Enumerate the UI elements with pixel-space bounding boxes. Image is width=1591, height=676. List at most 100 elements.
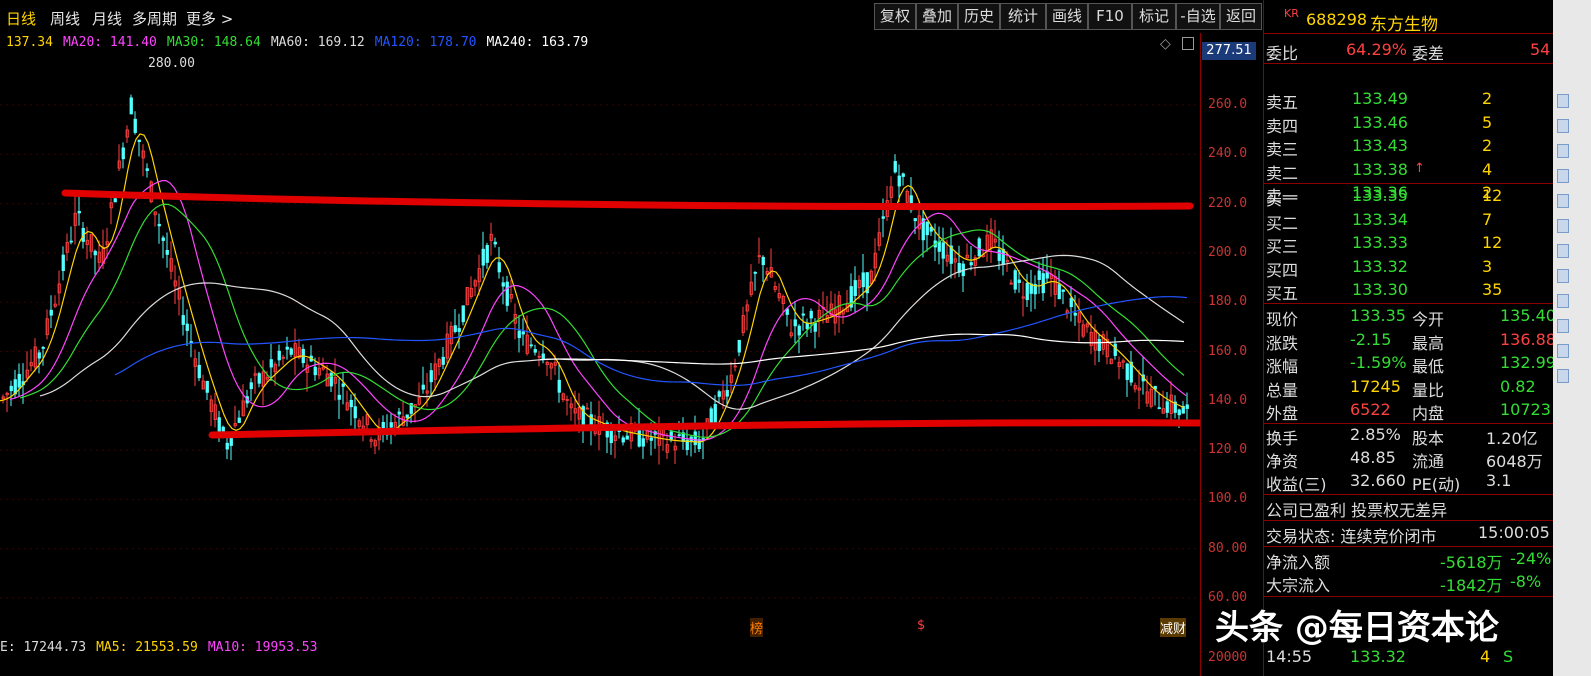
candle-body	[753, 271, 757, 274]
notice-text: 公司已盈利 投票权无差异	[1266, 501, 1448, 520]
candle-body	[481, 248, 485, 266]
buy-level-label: 买三	[1266, 237, 1299, 256]
fund-label: PE(动)	[1412, 475, 1461, 494]
volume-legend-item: E: 17244.73	[0, 640, 87, 655]
f10-button[interactable]: F10	[1088, 3, 1132, 30]
quote-label: 现价	[1266, 310, 1299, 329]
candle-body	[313, 366, 317, 376]
candle-body	[881, 216, 885, 219]
tab-day[interactable]: 日线	[6, 8, 36, 29]
candle-body	[897, 175, 901, 187]
sell-level-volume: 2	[1482, 89, 1493, 108]
candle-body	[853, 280, 857, 297]
candle-body	[165, 249, 169, 255]
side-tool-icon[interactable]	[1557, 219, 1569, 233]
y-axis-tick: 240.0	[1208, 146, 1248, 162]
candle-body	[289, 348, 293, 355]
dollar-mark[interactable]: $	[917, 618, 925, 633]
fund-label: 净资	[1266, 452, 1299, 471]
quote-label: 最高	[1412, 333, 1445, 353]
ma-line	[39, 254, 1185, 410]
volume-legend-item: MA5: 21553.59	[96, 640, 198, 655]
watchlist-button[interactable]: -自选	[1176, 3, 1220, 30]
back-button[interactable]: 返回	[1220, 3, 1262, 30]
tab-month[interactable]: 月线	[92, 8, 122, 29]
candle-body	[145, 168, 149, 171]
finance-mark[interactable]: 减财	[1160, 618, 1187, 637]
y-axis-tick: 200.0	[1208, 244, 1248, 260]
candle-body	[381, 421, 385, 429]
candle-body	[157, 223, 161, 227]
draw-line-button[interactable]: 画线	[1046, 3, 1088, 30]
resistance-line	[61, 189, 1194, 211]
candle-body	[349, 399, 353, 408]
overlay-button[interactable]: 叠加	[916, 3, 958, 30]
quote-value: 135.40	[1500, 306, 1556, 325]
candle-body	[925, 221, 929, 236]
weicha-label: 委差	[1412, 44, 1445, 63]
mark-button[interactable]: 标记	[1132, 3, 1176, 30]
trade-status-time: 15:00:05	[1478, 523, 1550, 542]
quote-value: 132.99	[1500, 353, 1556, 372]
candle-body	[937, 241, 941, 252]
buy-level-label: 买五	[1266, 284, 1299, 303]
stock-name: 东方生物	[1370, 15, 1438, 35]
candle-body	[197, 364, 201, 379]
quote-label: 外盘	[1266, 404, 1299, 423]
buy-level-price: 133.35	[1352, 186, 1408, 205]
candle-body	[353, 406, 357, 419]
candle-body	[861, 272, 865, 288]
side-tool-icon[interactable]	[1557, 169, 1569, 183]
kline-chart[interactable]	[0, 33, 1200, 638]
trade-status: 交易状态: 连续竞价闭市	[1266, 527, 1437, 546]
candle-body	[1185, 404, 1189, 409]
candle-body	[649, 437, 653, 441]
side-tool-icon[interactable]	[1557, 344, 1569, 358]
candle-body	[677, 434, 681, 437]
side-tool-icon[interactable]	[1557, 144, 1569, 158]
side-tool-icon[interactable]	[1557, 119, 1569, 133]
candle-body	[225, 442, 229, 450]
watermark-text: 头条 @每日资本论	[1215, 608, 1499, 648]
weibi-value: 64.29%	[1346, 40, 1408, 59]
candle-body	[121, 147, 125, 160]
rank-mark[interactable]: 榜	[750, 618, 764, 637]
fuquan-button[interactable]: 复权	[874, 3, 916, 30]
chart-grid	[0, 104, 1200, 599]
candle-body	[453, 325, 457, 332]
candle-body	[913, 218, 917, 222]
stats-button[interactable]: 统计	[1000, 3, 1046, 30]
tab-multi-period[interactable]: 多周期	[132, 8, 177, 29]
candle-body	[1025, 282, 1029, 301]
candle-body	[1177, 409, 1181, 416]
sell-level-price: 133.49	[1352, 89, 1408, 108]
candle-body	[397, 411, 401, 415]
candle-body	[205, 380, 209, 393]
side-tool-icon[interactable]	[1557, 369, 1569, 383]
quote-value: 133.35	[1350, 306, 1406, 325]
history-button[interactable]: 历史	[958, 3, 1000, 30]
buy-level-label: 买一	[1266, 190, 1299, 209]
side-tool-icon[interactable]	[1557, 294, 1569, 308]
candle-body	[737, 339, 741, 353]
candle-body	[501, 282, 505, 287]
side-tool-icon[interactable]	[1557, 319, 1569, 333]
tick-price: 133.32	[1350, 647, 1406, 666]
candle-body	[161, 237, 165, 241]
side-tool-icon[interactable]	[1557, 194, 1569, 208]
quote-value: 17245	[1350, 376, 1401, 396]
candle-body	[941, 242, 945, 259]
quote-label: 量比	[1412, 380, 1445, 400]
side-tool-icon[interactable]	[1557, 94, 1569, 108]
side-tool-icon[interactable]	[1557, 269, 1569, 283]
y-axis-tick: 120.0	[1208, 442, 1248, 458]
side-tool-icon[interactable]	[1557, 244, 1569, 258]
volume-axis-label: 20000	[1208, 650, 1248, 665]
buy-level-label: 买四	[1266, 260, 1299, 280]
candle-body	[137, 139, 141, 143]
tab-week[interactable]: 周线	[50, 8, 80, 29]
tab-more[interactable]: 更多 >	[186, 8, 233, 29]
candle-body	[457, 328, 461, 332]
candle-body	[341, 383, 345, 387]
candle-body	[901, 173, 905, 177]
